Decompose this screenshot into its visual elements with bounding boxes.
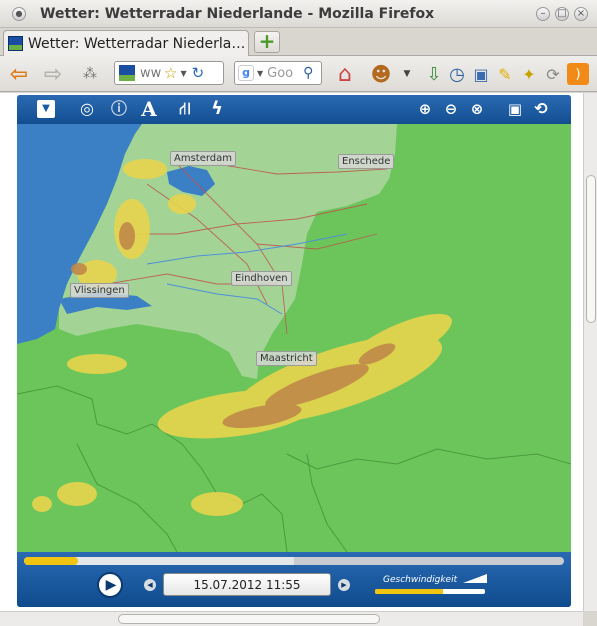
horizontal-scroll-thumb[interactable] — [118, 614, 380, 624]
window-menu-icon[interactable]: ● — [12, 7, 26, 21]
city-label-maastricht: Maastricht — [256, 351, 317, 366]
tab-wetterradar[interactable]: Wetter: Wetterradar Niederla… — [3, 30, 249, 56]
vertical-scroll-thumb[interactable] — [586, 175, 596, 323]
window-titlebar: ● Wetter: Wetterradar Niederlande - Mozi… — [0, 0, 597, 28]
radar-map[interactable]: Amsterdam Enschede Vlissingen Eindhoven … — [17, 124, 571, 552]
url-input[interactable] — [140, 65, 162, 81]
sync-icon[interactable]: ⟳ — [542, 62, 564, 86]
url-dropdown-icon[interactable]: ▼ — [180, 69, 186, 78]
rss-feed-icon[interactable]: ) — [567, 63, 589, 85]
city-label-enschede: Enschede — [338, 154, 395, 169]
monkey-dropdown-icon[interactable]: ▼ — [400, 62, 414, 86]
text-labels-icon[interactable]: A — [139, 99, 159, 119]
refresh-icon[interactable]: ⟲ — [531, 99, 551, 119]
search-icon[interactable]: ⚲ — [303, 65, 313, 81]
forward-arrow-icon[interactable]: ⇨ — [40, 62, 66, 87]
search-engine-dropdown-icon[interactable]: ▼ — [257, 69, 263, 78]
playback-controls: ▶ ◀ 15.07.2012 11:55 ▶ Geschwindigkeit — [17, 552, 571, 607]
clock-icon[interactable]: ◷ — [446, 62, 468, 86]
note-icon[interactable]: ✎ — [494, 62, 516, 86]
reload-icon[interactable]: ↻ — [192, 64, 205, 82]
google-icon[interactable]: g — [238, 65, 254, 81]
vertical-scrollbar[interactable] — [583, 93, 597, 611]
site-favicon-icon — [8, 36, 23, 51]
menu-dropdown-icon[interactable]: ▼ — [37, 100, 55, 118]
timeline-slider[interactable] — [24, 557, 564, 565]
maximize-icon[interactable]: □ — [555, 7, 569, 21]
zoom-reset-icon[interactable]: ⊗ — [467, 99, 487, 119]
speed-ramp-icon — [463, 574, 487, 583]
tab-label: Wetter: Wetterradar Niederla… — [28, 35, 246, 52]
url-favicon-icon — [119, 65, 135, 81]
window-star-icon[interactable]: ✦ — [518, 62, 540, 86]
radar-player: ▼ ◎ ⓘ A ⛙ ϟ ⊕ ⊖ ⊗ ▣ ⟲ Amsterdam Enschede… — [17, 95, 571, 607]
search-input[interactable] — [267, 65, 304, 81]
step-back-button[interactable]: ◀ — [144, 579, 156, 591]
tab-bar: Wetter: Wetterradar Niederla… — [0, 28, 597, 56]
search-bar[interactable]: g ▼ ⚲ — [234, 61, 322, 85]
city-label-eindhoven: Eindhoven — [231, 271, 292, 286]
bookmark-star-icon[interactable]: ▣ — [470, 62, 492, 86]
bookmark-star-outline-icon[interactable]: ☆ — [164, 64, 177, 82]
speedometer-icon[interactable]: ◎ — [77, 99, 97, 119]
zoom-in-icon[interactable]: ⊕ — [415, 99, 435, 119]
lightning-icon[interactable]: ϟ — [207, 99, 227, 119]
new-tab-button[interactable]: + — [254, 31, 280, 53]
highway-icon[interactable]: ⛙ — [175, 99, 195, 119]
url-bar[interactable]: ☆ ▼ ↻ — [114, 61, 224, 85]
play-button[interactable]: ▶ — [97, 572, 123, 598]
back-arrow-icon[interactable]: ⇦ — [6, 62, 32, 87]
download-icon[interactable]: ⇩ — [422, 62, 446, 86]
minimize-icon[interactable]: – — [536, 7, 550, 21]
player-toolbar: ▼ ◎ ⓘ A ⛙ ϟ ⊕ ⊖ ⊗ ▣ ⟲ — [17, 95, 571, 124]
step-forward-button[interactable]: ▶ — [338, 579, 350, 591]
zoom-out-icon[interactable]: ⊖ — [441, 99, 461, 119]
speed-slider-fill — [375, 589, 444, 594]
home-icon[interactable]: ⌂ — [332, 62, 358, 87]
extension-dots-icon[interactable]: ⁂ — [78, 62, 102, 86]
datetime-display: 15.07.2012 11:55 — [163, 573, 331, 596]
monkey-icon[interactable]: ☻ — [368, 62, 394, 86]
city-label-vlissingen: Vlissingen — [70, 283, 129, 298]
city-label-amsterdam: Amsterdam — [170, 151, 237, 166]
timeline-progress — [24, 557, 78, 565]
speed-slider[interactable] — [375, 589, 485, 594]
speed-label: Geschwindigkeit — [383, 575, 458, 585]
close-icon[interactable]: × — [574, 7, 588, 21]
info-icon[interactable]: ⓘ — [109, 99, 129, 119]
window-title: Wetter: Wetterradar Niederlande - Mozill… — [40, 5, 435, 22]
save-icon[interactable]: ▣ — [505, 99, 525, 119]
radar-map-graphic — [17, 124, 571, 552]
horizontal-scrollbar[interactable] — [0, 611, 583, 626]
